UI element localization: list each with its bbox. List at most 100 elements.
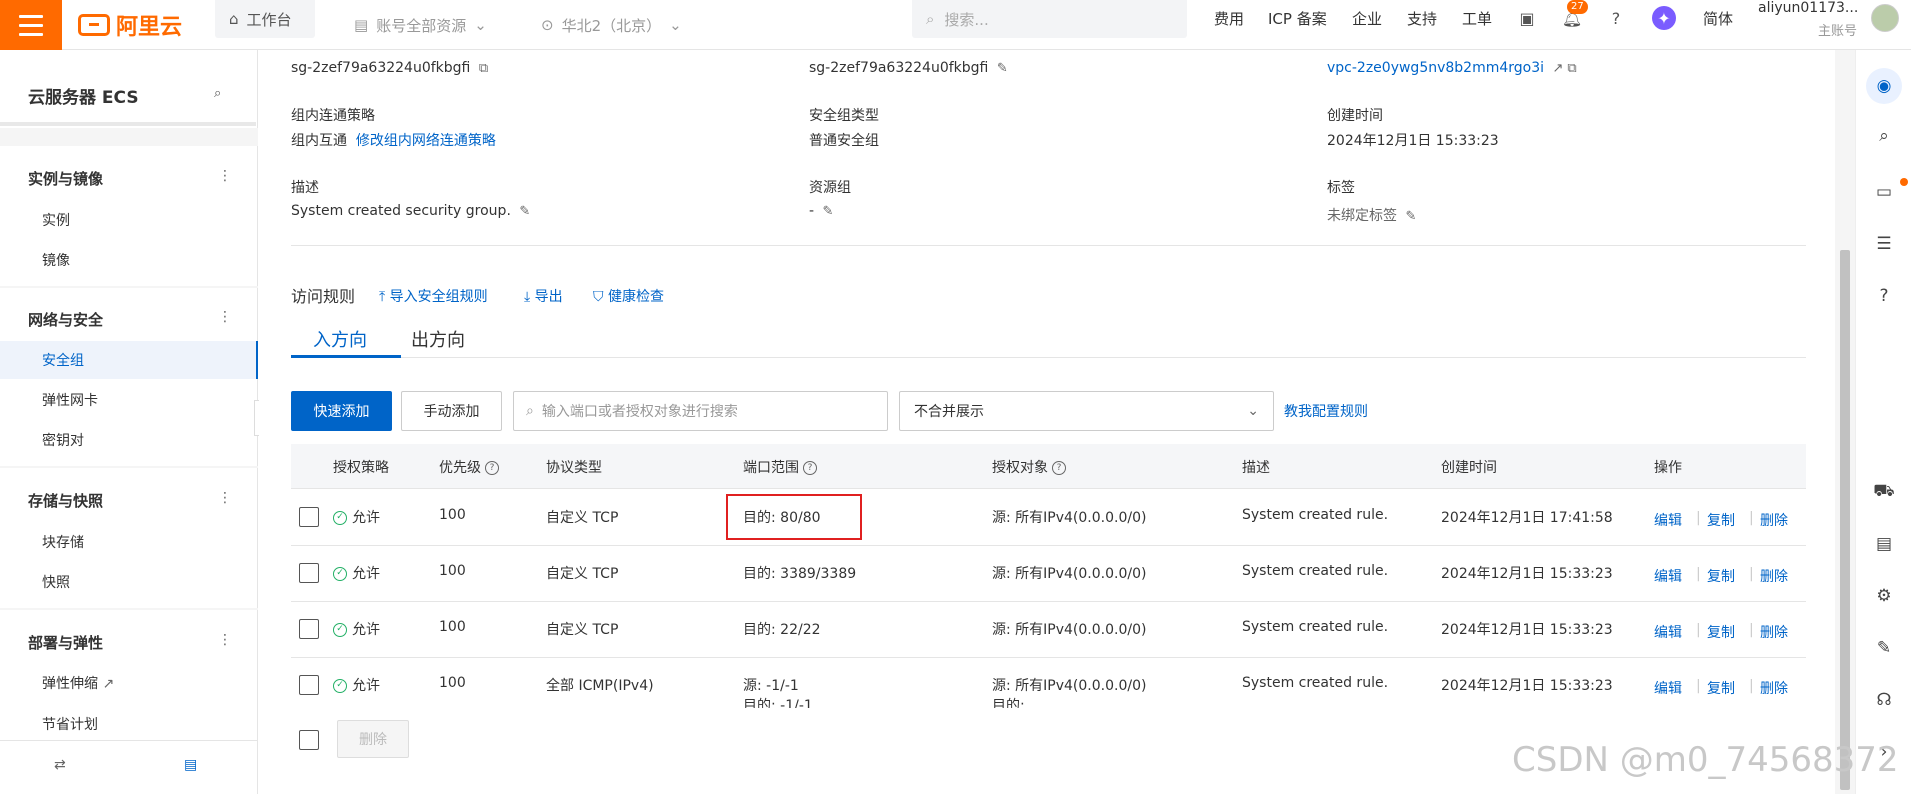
user-name[interactable]: aliyun01173...	[1758, 0, 1858, 16]
search-icon[interactable]: ⌕	[1872, 124, 1896, 148]
manual-add-button[interactable]: 手动添加	[401, 391, 502, 431]
aliyun-logo[interactable]: 阿里云	[78, 8, 182, 42]
language-switch[interactable]: 简体	[1703, 8, 1733, 29]
sidebar-item-block-storage[interactable]: 块存储	[42, 532, 84, 552]
import-rules-link[interactable]: ⤒ 导入安全组规则	[379, 286, 488, 306]
account-scope-dropdown[interactable]: ▤ 账号全部资源 ⌄	[340, 0, 501, 50]
tab-outbound[interactable]: 出方向	[411, 326, 465, 352]
more-icon[interactable]: ⋮	[218, 632, 232, 648]
gear-icon[interactable]: ⚙	[1872, 584, 1896, 608]
sidebar-item-label: 安全组	[42, 353, 84, 369]
tab-inbound[interactable]: 入方向	[313, 326, 367, 352]
edit-rule-link[interactable]: 编辑	[1654, 566, 1682, 586]
sidebar-item-eni[interactable]: 弹性网卡	[42, 390, 98, 410]
chat-icon[interactable]: ▤	[184, 757, 197, 773]
sidebar-item-instances[interactable]: 实例	[42, 210, 70, 230]
copy-rule-link[interactable]: 复制	[1707, 510, 1735, 530]
quick-add-button[interactable]: 快速添加	[291, 391, 392, 431]
help-icon[interactable]: ?	[485, 461, 499, 475]
separator: |	[1749, 566, 1754, 582]
bulk-delete-button[interactable]: 删除	[337, 720, 409, 758]
edit-icon[interactable]: ✎	[1872, 636, 1896, 660]
vpc-link[interactable]: vpc-2ze0ywg5nv8b2mm4rgo3i	[1327, 60, 1544, 76]
cart-icon[interactable]: ⛟	[1872, 480, 1896, 504]
sidebar-group-storage[interactable]: 存储与快照	[28, 490, 103, 511]
edit-rule-link[interactable]: 编辑	[1654, 510, 1682, 530]
row-checkbox[interactable]	[299, 619, 319, 639]
assistant-robot-icon[interactable]: ◉	[1866, 68, 1902, 104]
edit-icon[interactable]: ✎	[519, 204, 530, 219]
more-icon[interactable]: ⋮	[218, 490, 232, 506]
nav-link-billing[interactable]: 费用	[1214, 8, 1244, 29]
nav-link-enterprise[interactable]: 企业	[1352, 8, 1382, 29]
workbench-button[interactable]: ⌂ 工作台	[215, 0, 315, 38]
col-port: 端口范围?	[743, 457, 817, 477]
help-icon[interactable]: ?	[1052, 461, 1066, 475]
workbench-label: 工作台	[246, 10, 292, 29]
priority-cell: 100	[439, 563, 466, 579]
avatar[interactable]	[1871, 4, 1899, 32]
more-icon[interactable]: ⋮	[218, 309, 232, 325]
switch-icon[interactable]: ⇄	[54, 757, 66, 773]
sidebar-group-instances[interactable]: 实例与镜像	[28, 168, 103, 189]
delete-rule-link[interactable]: 删除	[1760, 510, 1788, 530]
sidebar-group-network[interactable]: 网络与安全	[28, 309, 103, 330]
global-search-input[interactable]: ⌕ 搜索...	[912, 0, 1187, 38]
hamburger-menu-button[interactable]	[0, 0, 62, 50]
nav-link-icp[interactable]: ICP 备案	[1268, 8, 1327, 29]
protocol-cell: 自定义 TCP	[546, 566, 619, 582]
rule-help-link[interactable]: 教我配置规则	[1284, 401, 1368, 421]
help-icon[interactable]: ?	[1872, 284, 1896, 308]
edit-icon[interactable]: ✎	[997, 61, 1008, 76]
copy-rule-link[interactable]: 复制	[1707, 566, 1735, 586]
document-icon[interactable]: ▤	[1872, 532, 1896, 556]
edit-icon[interactable]: ✎	[1405, 209, 1416, 224]
export-link[interactable]: ⤓ 导出	[524, 286, 563, 306]
row-checkbox[interactable]	[299, 507, 319, 527]
copy-icon[interactable]: ⧉	[479, 61, 488, 76]
delete-rule-link[interactable]: 删除	[1760, 678, 1788, 698]
headset-icon[interactable]: ☊	[1872, 688, 1896, 712]
copy-icon[interactable]: ⧉	[1567, 61, 1576, 76]
rule-search-input[interactable]: ⌕ 输入端口或者授权对象进行搜索	[513, 391, 888, 431]
delete-rule-link[interactable]: 删除	[1760, 622, 1788, 642]
sidebar-item-savings-plan[interactable]: 节省计划	[42, 714, 98, 734]
help-icon[interactable]: ?	[803, 461, 817, 475]
more-icon[interactable]: ⋮	[218, 168, 232, 184]
checklist-icon[interactable]: ☰	[1872, 232, 1896, 256]
edit-rule-link[interactable]: 编辑	[1654, 678, 1682, 698]
aliyun-logo-icon	[78, 14, 110, 36]
region-dropdown[interactable]: ⊙ 华北2（北京） ⌄	[527, 0, 696, 50]
sidebar-item-security-group[interactable]: 安全组	[0, 341, 258, 379]
notebook-icon[interactable]: ▭	[1872, 180, 1896, 204]
resource-group-value: - ✎	[809, 203, 833, 219]
select-all-checkbox[interactable]	[299, 730, 319, 750]
sidebar-item-autoscaling[interactable]: 弹性伸缩 ↗	[42, 673, 114, 693]
sidebar-item-keypair[interactable]: 密钥对	[42, 430, 84, 450]
terminal-icon[interactable]: ▣	[1515, 6, 1539, 30]
edit-icon[interactable]: ✎	[823, 204, 834, 219]
row-checkbox[interactable]	[299, 675, 319, 695]
sidebar-item-images[interactable]: 镜像	[42, 250, 70, 270]
scrollbar-thumb[interactable]	[1840, 250, 1850, 790]
sidebar-item-snapshot[interactable]: 快照	[42, 572, 70, 592]
help-icon[interactable]: ?	[1604, 6, 1628, 30]
delete-rule-link[interactable]: 删除	[1760, 566, 1788, 586]
chevron-down-icon: ⌄	[1247, 403, 1259, 419]
page-scrollbar[interactable]	[1835, 50, 1855, 794]
main-content: sg-2zef79a63224u0fkbgfi ⧉ sg-2zef79a6322…	[259, 50, 1833, 794]
nav-link-ticket[interactable]: 工单	[1462, 8, 1492, 29]
sidebar-group-deploy[interactable]: 部署与弹性	[28, 632, 103, 653]
health-check-link[interactable]: ⛉ 健康检查	[593, 286, 664, 306]
copy-rule-link[interactable]: 复制	[1707, 678, 1735, 698]
external-link-icon[interactable]: ↗	[1552, 61, 1563, 76]
copy-rule-link[interactable]: 复制	[1707, 622, 1735, 642]
ai-assistant-icon[interactable]: ✦	[1652, 6, 1676, 30]
edit-rule-link[interactable]: 编辑	[1654, 622, 1682, 642]
priority-cell: 100	[439, 619, 466, 635]
row-checkbox[interactable]	[299, 563, 319, 583]
merge-display-select[interactable]: 不合并展示 ⌄	[899, 391, 1274, 431]
sidebar-search-icon[interactable]: ⌕	[214, 86, 221, 101]
nav-link-support[interactable]: 支持	[1407, 8, 1437, 29]
modify-intranet-policy-link[interactable]: 修改组内网络连通策略	[356, 133, 496, 149]
